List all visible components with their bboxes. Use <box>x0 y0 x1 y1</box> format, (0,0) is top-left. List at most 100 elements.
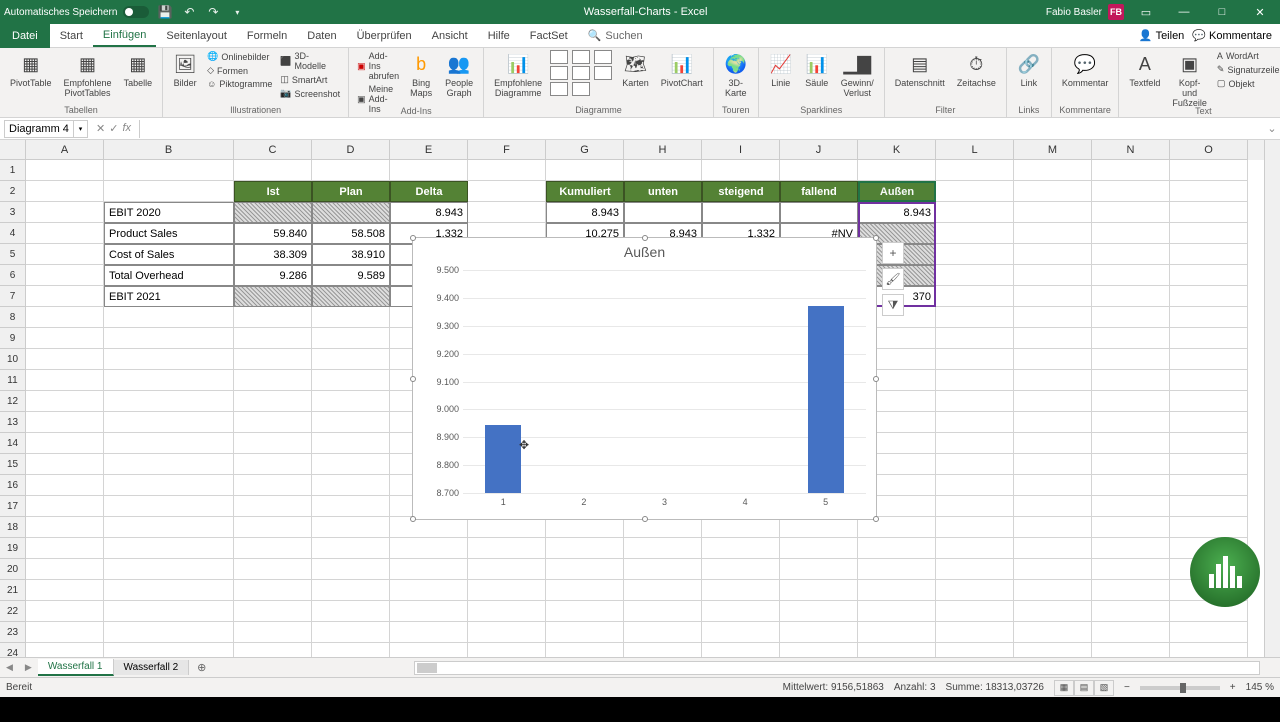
cell[interactable] <box>702 202 780 223</box>
cell[interactable] <box>1014 475 1092 496</box>
select-all-button[interactable] <box>0 140 26 160</box>
expand-formula-icon[interactable]: ⌄ <box>1264 122 1280 135</box>
cell[interactable] <box>312 433 390 454</box>
col-header[interactable]: O <box>1170 140 1248 160</box>
add-sheet-button[interactable]: ⊕ <box>189 661 214 674</box>
row-header[interactable]: 24 <box>0 643 26 657</box>
cell[interactable] <box>390 580 468 601</box>
cell[interactable] <box>936 349 1014 370</box>
cell[interactable] <box>468 181 546 202</box>
cell[interactable] <box>936 496 1014 517</box>
cell[interactable] <box>702 643 780 657</box>
cancel-formula-icon[interactable]: ✕ <box>96 122 105 135</box>
cell[interactable] <box>234 391 312 412</box>
tab-start[interactable]: Start <box>50 26 93 46</box>
cell[interactable] <box>1014 412 1092 433</box>
3dmodels-button[interactable]: ⬛3D-Modelle <box>278 50 342 72</box>
cell[interactable] <box>1014 454 1092 475</box>
cell[interactable] <box>1092 433 1170 454</box>
cell[interactable] <box>936 160 1014 181</box>
cell[interactable] <box>936 328 1014 349</box>
cell[interactable] <box>104 412 234 433</box>
search-box[interactable]: 🔍 Suchen <box>588 29 643 42</box>
cell[interactable] <box>1170 370 1248 391</box>
cell[interactable] <box>104 181 234 202</box>
cell[interactable] <box>780 622 858 643</box>
cell[interactable]: 38.309 <box>234 244 312 265</box>
cell[interactable] <box>1014 601 1092 622</box>
cell[interactable] <box>26 328 104 349</box>
3dmap-button[interactable]: 🌍3D- Karte <box>720 50 752 100</box>
chart-filter-button[interactable]: ⧩ <box>882 294 904 316</box>
switch-off-icon[interactable] <box>123 6 149 18</box>
cell[interactable] <box>1170 265 1248 286</box>
textbox-button[interactable]: ATextfeld <box>1125 50 1164 90</box>
cell[interactable] <box>390 517 468 538</box>
cell[interactable]: Ist <box>234 181 312 202</box>
cell[interactable] <box>1014 643 1092 657</box>
comment-button[interactable]: 💬Kommentar <box>1058 50 1113 90</box>
cell[interactable] <box>104 391 234 412</box>
cell[interactable] <box>702 622 780 643</box>
cell[interactable] <box>312 328 390 349</box>
cell[interactable]: 38.910 <box>312 244 390 265</box>
cell[interactable]: fallend <box>780 181 858 202</box>
cell[interactable] <box>1092 181 1170 202</box>
cell[interactable] <box>1014 496 1092 517</box>
shapes-button[interactable]: ◇Formen <box>205 64 274 77</box>
pivotchart-button[interactable]: 📊PivotChart <box>657 50 707 90</box>
autosave-toggle[interactable]: Automatisches Speichern <box>4 6 149 18</box>
cell[interactable] <box>468 202 546 223</box>
chart-type-button[interactable] <box>550 82 568 96</box>
online-pictures-button[interactable]: 🌐Onlinebilder <box>205 50 274 63</box>
cell[interactable] <box>26 643 104 657</box>
header-footer-button[interactable]: ▣Kopf- und Fußzeile <box>1168 50 1211 110</box>
cell[interactable]: 9.589 <box>312 265 390 286</box>
cell[interactable] <box>390 559 468 580</box>
cell[interactable] <box>702 601 780 622</box>
pictures-button[interactable]: 🖼Bilder <box>169 50 201 90</box>
cell[interactable] <box>936 265 1014 286</box>
cell[interactable] <box>468 622 546 643</box>
cell[interactable] <box>104 559 234 580</box>
cell[interactable] <box>234 412 312 433</box>
col-header[interactable]: D <box>312 140 390 160</box>
col-header[interactable]: L <box>936 140 1014 160</box>
cell[interactable] <box>702 580 780 601</box>
cell[interactable] <box>624 580 702 601</box>
cell[interactable] <box>26 538 104 559</box>
row-header[interactable]: 6 <box>0 265 26 286</box>
slicer-button[interactable]: ▤Datenschnitt <box>891 50 949 90</box>
cell[interactable] <box>312 454 390 475</box>
cell[interactable] <box>1092 307 1170 328</box>
cell[interactable] <box>1170 181 1248 202</box>
cell[interactable] <box>1092 559 1170 580</box>
cell[interactable] <box>26 202 104 223</box>
cell[interactable] <box>312 412 390 433</box>
row-header[interactable]: 19 <box>0 538 26 559</box>
cell[interactable] <box>26 580 104 601</box>
row-header[interactable]: 12 <box>0 391 26 412</box>
cell[interactable] <box>390 622 468 643</box>
zoom-slider[interactable] <box>1140 686 1220 690</box>
row-header[interactable]: 7 <box>0 286 26 307</box>
cell[interactable] <box>936 244 1014 265</box>
row-header[interactable]: 22 <box>0 601 26 622</box>
cell[interactable] <box>1092 349 1170 370</box>
cell[interactable] <box>234 496 312 517</box>
cell[interactable] <box>1170 433 1248 454</box>
cell[interactable] <box>702 559 780 580</box>
cell[interactable] <box>1014 244 1092 265</box>
col-header[interactable]: I <box>702 140 780 160</box>
cell[interactable] <box>1014 349 1092 370</box>
cell[interactable] <box>1092 328 1170 349</box>
cell[interactable] <box>936 538 1014 559</box>
cell[interactable] <box>936 433 1014 454</box>
get-addins-button[interactable]: ▣Add-Ins abrufen <box>355 50 401 82</box>
chart-type-button[interactable] <box>572 82 590 96</box>
cell[interactable] <box>858 559 936 580</box>
cell[interactable] <box>1092 412 1170 433</box>
cell[interactable] <box>1170 307 1248 328</box>
link-button[interactable]: 🔗Link <box>1013 50 1045 90</box>
cell[interactable] <box>1014 286 1092 307</box>
